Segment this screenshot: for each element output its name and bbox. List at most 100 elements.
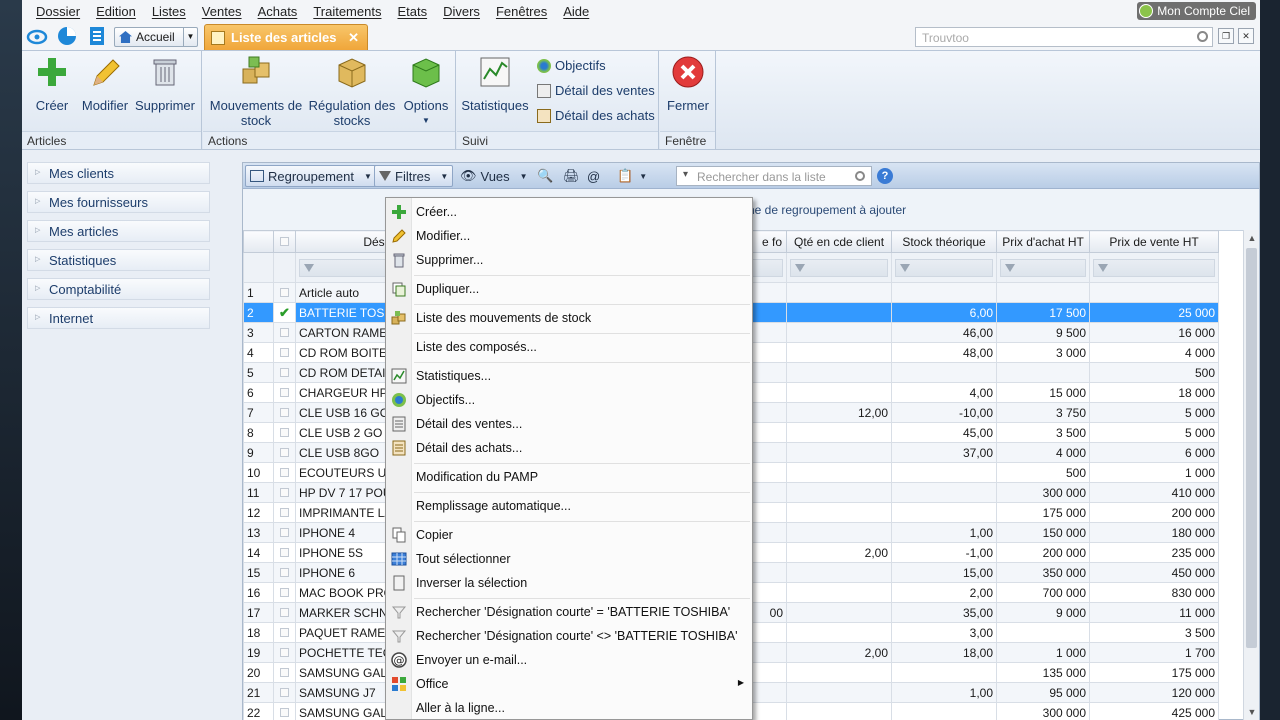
context-menu-item[interactable]: Copier (386, 524, 752, 546)
list-search-input[interactable]: Rechercher dans la liste (676, 166, 872, 186)
context-menu-item[interactable]: Tout sélectionner (386, 548, 752, 570)
context-menu-item[interactable]: Modification du PAMP (386, 466, 752, 488)
eye-icon[interactable] (26, 25, 48, 47)
sidebar-item-fournisseurs[interactable]: Mes fournisseurs (27, 191, 210, 213)
delete-button[interactable]: Supprimer (134, 55, 196, 113)
menu-traitements[interactable]: Traitements (305, 4, 389, 19)
help-icon[interactable]: ? (877, 168, 893, 184)
row-checkbox[interactable] (280, 387, 289, 397)
row-checkbox-cell[interactable] (273, 542, 296, 563)
row-checkbox[interactable] (280, 527, 289, 537)
context-menu-item[interactable]: Objectifs... (386, 389, 752, 411)
row-checkbox-cell[interactable] (273, 702, 296, 720)
row-checkbox[interactable] (280, 467, 289, 477)
chevron-down-icon[interactable]: ▼ (183, 28, 197, 46)
row-checkbox-cell[interactable] (273, 342, 296, 363)
row-checkbox-cell[interactable] (273, 482, 296, 503)
objectives-button[interactable]: Objectifs (537, 58, 606, 73)
row-checkbox-cell[interactable] (273, 662, 296, 683)
row-checkbox[interactable] (280, 367, 289, 377)
context-menu-item[interactable]: Rechercher 'Désignation courte' <> 'BATT… (386, 625, 752, 647)
context-menu-item[interactable]: @ Envoyer un e-mail... (386, 649, 752, 671)
filter-cell[interactable] (786, 252, 893, 283)
column-header-stock-theorique[interactable]: Stock théorique (891, 230, 998, 253)
context-menu-item[interactable]: Créer... (386, 201, 752, 223)
row-checkbox[interactable] (280, 287, 289, 297)
options-button[interactable]: Options ▼ (401, 55, 451, 128)
window-restore-button[interactable]: ❐ (1218, 28, 1234, 44)
account-button[interactable]: Mon Compte Ciel (1137, 2, 1256, 20)
row-checkbox[interactable] (280, 587, 289, 597)
context-menu-item[interactable]: Office ▶ (386, 673, 752, 695)
document-icon[interactable] (86, 25, 108, 47)
row-checkbox[interactable] (280, 567, 289, 577)
row-checkbox-cell[interactable] (273, 362, 296, 383)
context-menu-item[interactable]: Rechercher 'Désignation courte' = 'BATTE… (386, 601, 752, 623)
sidebar-item-clients[interactable]: Mes clients (27, 162, 210, 184)
row-checkbox-cell[interactable] (273, 382, 296, 403)
context-menu-item[interactable]: Liste des composés... (386, 336, 752, 358)
row-checkbox-cell[interactable] (273, 582, 296, 603)
row-checkbox[interactable] (280, 707, 289, 717)
row-checkbox-cell[interactable] (273, 322, 296, 343)
row-checkbox[interactable] (280, 487, 289, 497)
context-menu-item[interactable]: Supprimer... (386, 249, 752, 271)
row-checkbox[interactable] (280, 687, 289, 697)
row-checkbox-cell[interactable] (273, 422, 296, 443)
row-checkbox[interactable] (280, 447, 289, 457)
row-checkbox[interactable] (280, 347, 289, 357)
sidebar-item-internet[interactable]: Internet (27, 307, 210, 329)
search-icon[interactable] (855, 171, 865, 181)
statistics-button[interactable]: Statistiques (461, 55, 529, 113)
context-menu-item[interactable]: Remplissage automatique... (386, 495, 752, 517)
sidebar-item-statistiques[interactable]: Statistiques (27, 249, 210, 271)
context-menu-item[interactable]: Modifier... (386, 225, 752, 247)
filter-cell[interactable] (996, 252, 1091, 283)
tab-liste-des-articles[interactable]: Liste des articles ✕ (204, 24, 368, 50)
search-icon[interactable] (1197, 31, 1208, 42)
row-checkbox-cell[interactable] (273, 402, 296, 423)
row-checkbox[interactable] (280, 607, 289, 617)
row-checkbox-cell[interactable] (273, 502, 296, 523)
filter-cell[interactable] (891, 252, 998, 283)
window-close-button[interactable]: ✕ (1238, 28, 1254, 44)
pie-chart-icon[interactable] (56, 25, 78, 47)
context-menu-item[interactable]: Liste des mouvements de stock (386, 307, 752, 329)
create-button[interactable]: Créer (30, 55, 74, 113)
views-button[interactable]: 👁 Vues ▼ (456, 165, 532, 187)
context-menu-item[interactable]: Détail des ventes... (386, 413, 752, 435)
row-checkbox[interactable] (280, 627, 289, 637)
purchase-detail-button[interactable]: Détail des achats (537, 108, 655, 123)
context-menu-item[interactable]: Détail des achats... (386, 437, 752, 459)
scroll-up-icon[interactable]: ▲ (1244, 230, 1260, 246)
row-checkbox-cell[interactable] (273, 442, 296, 463)
row-checkbox[interactable] (280, 427, 289, 437)
menu-aide[interactable]: Aide (555, 4, 597, 19)
row-checkbox[interactable] (280, 667, 289, 677)
context-menu-item[interactable]: Inverser la sélection (386, 572, 752, 594)
column-header-prix-vente[interactable]: Prix de vente HT (1089, 230, 1220, 253)
modify-button[interactable]: Modifier (80, 55, 130, 113)
sales-detail-button[interactable]: Détail des ventes (537, 83, 655, 98)
home-tab-button[interactable]: Accueil ▼ (114, 27, 198, 47)
preview-icon[interactable]: 🔍 (533, 165, 557, 187)
row-checkbox-cell[interactable] (273, 682, 296, 703)
row-checkbox[interactable] (280, 327, 289, 337)
column-header-qte-cde-client[interactable]: Qté en cde client (786, 230, 893, 253)
chevron-down-icon[interactable]: ▼ (364, 172, 372, 181)
scroll-down-icon[interactable]: ▼ (1244, 704, 1260, 720)
column-header-prix-achat[interactable]: Prix d'achat HT (996, 230, 1091, 253)
menu-dossier[interactable]: Dossier (28, 4, 88, 19)
email-icon[interactable]: @ (583, 165, 604, 187)
filter-cell[interactable] (1089, 252, 1220, 283)
menu-etats[interactable]: Etats (389, 4, 435, 19)
filter-cell[interactable] (294, 252, 400, 283)
row-checkbox-cell[interactable] (273, 282, 296, 303)
menu-edition[interactable]: Edition (88, 4, 144, 19)
grouping-button[interactable]: Regroupement ▼ (245, 165, 377, 187)
menu-divers[interactable]: Divers (435, 4, 488, 19)
check-icon[interactable]: ✔ (279, 305, 290, 320)
row-checkbox[interactable] (280, 547, 289, 557)
row-checkbox-cell[interactable] (273, 622, 296, 643)
global-search-input[interactable]: Trouvtoo (915, 27, 1213, 47)
